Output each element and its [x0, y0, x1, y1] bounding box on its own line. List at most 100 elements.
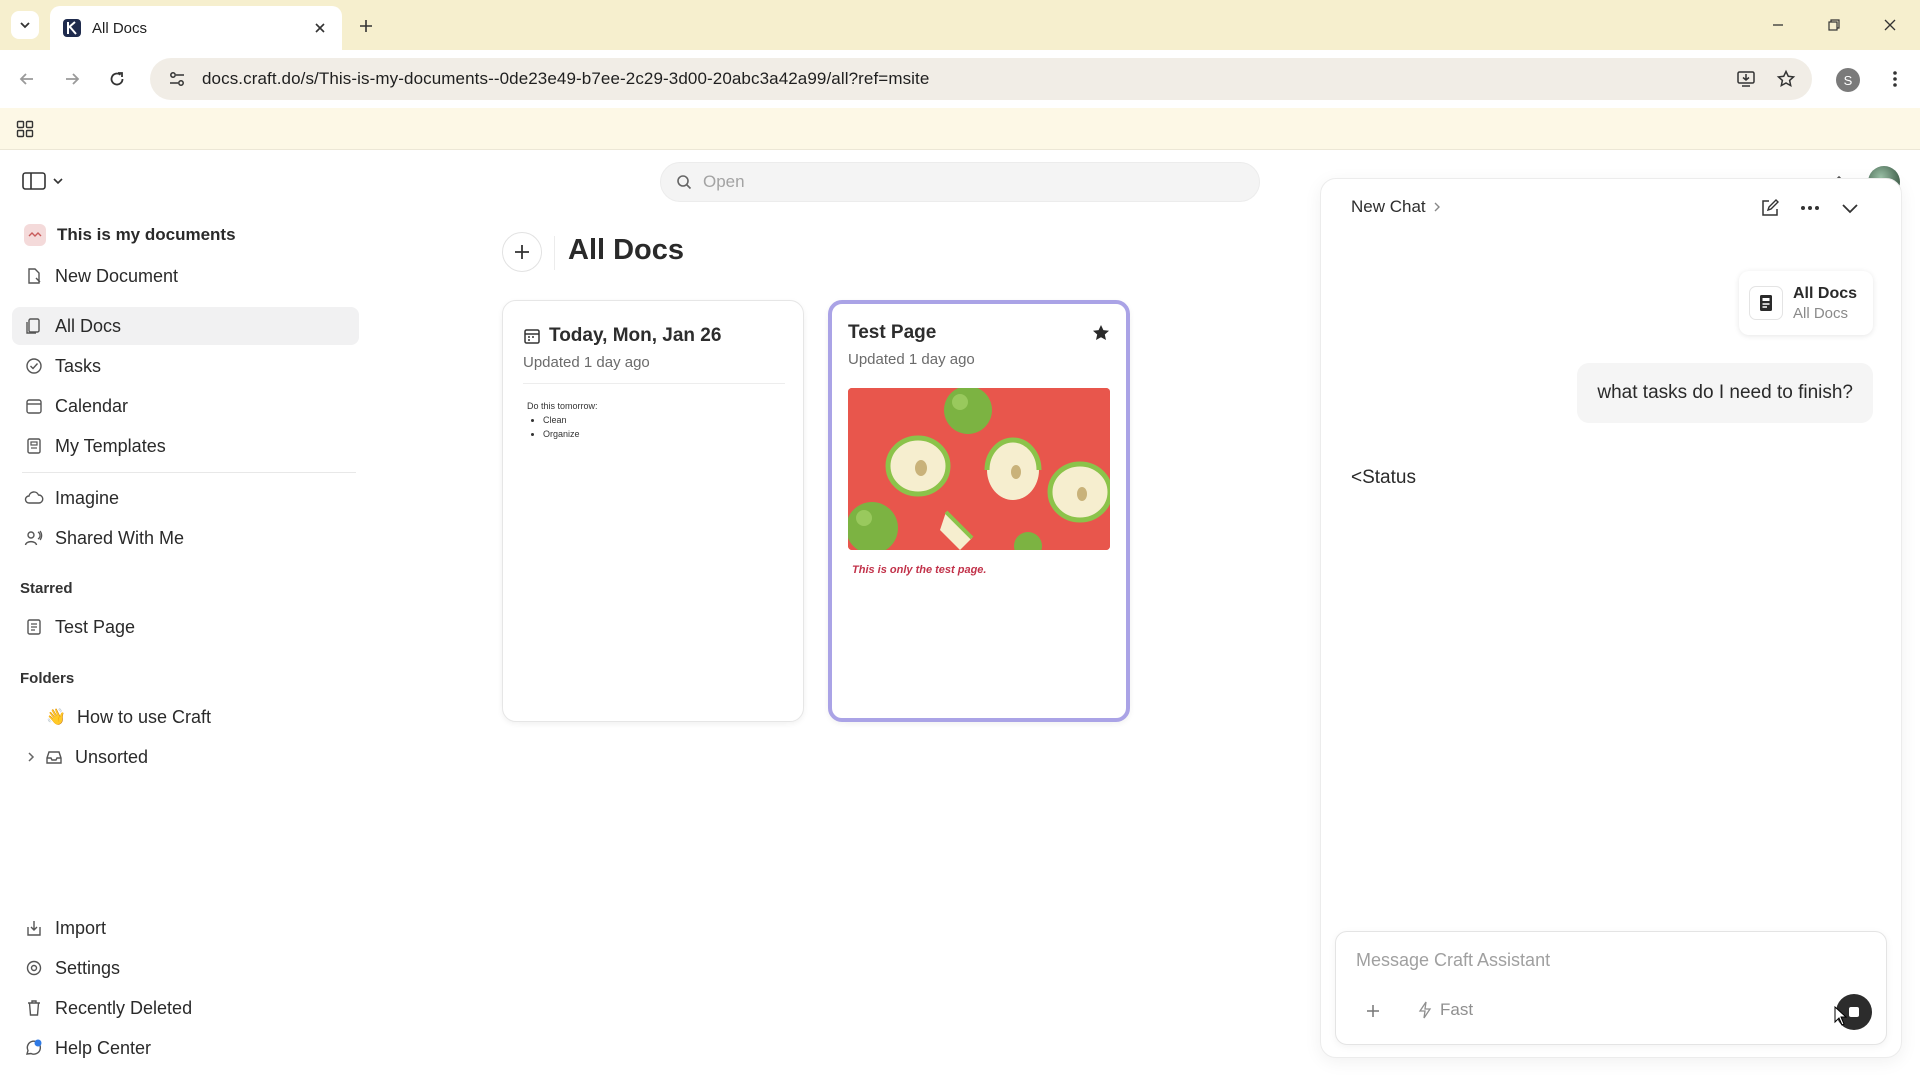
message-input[interactable] [1356, 946, 1856, 974]
folder-label: How to use Craft [77, 706, 212, 727]
address-bar[interactable]: docs.craft.do/s/This-is-my-documents--0d… [150, 58, 1812, 100]
sidebar-item-label: Settings [55, 957, 121, 978]
starred-heading: Starred [20, 580, 73, 597]
card-divider [523, 383, 785, 384]
sidebar-item-imagine[interactable]: Imagine [12, 479, 359, 517]
sidebar-item-label: Shared With Me [55, 527, 185, 548]
calendar-icon [524, 329, 540, 344]
tab-search-button[interactable] [11, 11, 39, 39]
preview-list-item: Clean [543, 413, 598, 427]
document-card-daily-note[interactable]: Today, Mon, Jan 26 Updated 1 day ago Do … [502, 300, 804, 722]
import-icon [24, 918, 44, 938]
site-settings-icon[interactable] [166, 68, 188, 90]
collapse-chat-button[interactable] [1835, 193, 1865, 223]
browser-tab-active[interactable]: All Docs [50, 6, 342, 50]
restore-button[interactable] [1814, 10, 1854, 40]
sidebar-item-import[interactable]: Import [12, 909, 359, 947]
window-close-button[interactable] [1870, 10, 1910, 40]
workspace-logo-icon [28, 232, 42, 237]
tab-title: All Docs [92, 19, 148, 37]
sidebar-item-label: Calendar [55, 395, 129, 416]
install-app-button[interactable] [1731, 64, 1761, 94]
model-selector[interactable]: Fast [1418, 1000, 1473, 1020]
new-document-icon [24, 266, 44, 286]
forward-button[interactable] [57, 64, 87, 94]
attach-button[interactable] [1360, 998, 1386, 1024]
minimize-button[interactable] [1758, 10, 1798, 40]
bookmark-star-button[interactable] [1771, 64, 1801, 94]
context-document-chip[interactable]: All Docs All Docs [1739, 271, 1873, 335]
cloud-icon [24, 488, 44, 508]
folder-unsorted[interactable]: Unsorted [12, 738, 359, 776]
chevron-down-icon [1842, 204, 1858, 214]
sidebar-item-label: Tasks [55, 355, 102, 376]
sidebar-item-calendar[interactable]: Calendar [12, 387, 359, 425]
workspace-avatar [24, 224, 46, 246]
chat-title-button[interactable]: New Chat [1351, 197, 1442, 217]
sidebar-divider [22, 472, 356, 473]
chevron-down-icon [20, 22, 30, 29]
title-divider [554, 236, 555, 270]
new-tab-button[interactable] [352, 12, 380, 40]
more-horizontal-icon [1801, 206, 1819, 210]
apps-button[interactable] [12, 116, 38, 142]
craft-logo-icon [62, 18, 82, 38]
browser-menu-button[interactable] [1880, 64, 1910, 94]
page-title: All Docs [568, 234, 685, 266]
context-doc-location: All Docs [1793, 304, 1849, 322]
workspace-name: This is my documents [57, 225, 236, 244]
stop-icon [1849, 1007, 1859, 1017]
new-chat-button[interactable] [1755, 193, 1785, 223]
new-document-button[interactable]: New Document [12, 257, 359, 295]
profile-avatar[interactable]: S [1836, 68, 1860, 92]
card-title: Today, Mon, Jan 26 [549, 325, 722, 346]
sidebar-item-settings[interactable]: Settings [12, 949, 359, 987]
chat-more-button[interactable] [1795, 193, 1825, 223]
reload-icon [110, 72, 124, 86]
star-filled-icon[interactable] [1090, 322, 1112, 344]
card-preview: Do this tomorrow: Clean Organize [527, 399, 598, 441]
search-input[interactable] [703, 172, 1223, 192]
sidebar-item-recently-deleted[interactable]: Recently Deleted [12, 989, 359, 1027]
craft-app: This is my documents New Document All Do… [0, 150, 1920, 1080]
star-outline-icon [1776, 69, 1796, 88]
sidebar-item-help-center[interactable]: Help Center [12, 1029, 359, 1067]
chat-title: New Chat [1351, 197, 1426, 216]
apples-image [848, 388, 1110, 550]
search-bar[interactable] [660, 162, 1260, 202]
browser-toolbar: docs.craft.do/s/This-is-my-documents--0d… [0, 50, 1920, 108]
browser-tabstrip: All Docs [0, 0, 1920, 50]
search-icon [675, 173, 693, 191]
chevron-down-icon [53, 178, 63, 185]
context-text: All Docs All Docs [1793, 285, 1857, 322]
starred-item-label: Test Page [55, 616, 136, 637]
document-card-test-page[interactable]: Test Page Updated 1 day ago This is only… [828, 300, 1130, 722]
model-label: Fast [1440, 1000, 1474, 1019]
card-title-row: Today, Mon, Jan 26 [523, 325, 721, 347]
sidebar-item-shared-with-me[interactable]: Shared With Me [12, 519, 359, 557]
chat-composer: Fast [1335, 931, 1887, 1045]
lightning-icon [1418, 1001, 1432, 1019]
starred-item-test-page[interactable]: Test Page [12, 608, 359, 646]
apps-grid-icon [16, 120, 34, 138]
reload-button[interactable] [102, 64, 132, 94]
chevron-right-icon[interactable] [24, 747, 38, 767]
sidebar-item-all-docs[interactable]: All Docs [12, 307, 359, 345]
more-vertical-icon [1893, 71, 1897, 87]
page-icon [24, 617, 44, 637]
url-text: docs.craft.do/s/This-is-my-documents--0d… [202, 69, 930, 88]
document-icon [1749, 286, 1783, 320]
card-updated: Updated 1 day ago [523, 354, 650, 371]
install-icon [1737, 71, 1755, 87]
sidebar-item-my-templates[interactable]: My Templates [12, 427, 359, 465]
sidebar-item-label: Import [55, 917, 107, 938]
folder-how-to-use-craft[interactable]: 👋 How to use Craft [12, 698, 359, 736]
add-document-button[interactable] [502, 232, 542, 272]
close-icon[interactable] [308, 16, 332, 40]
workspace-switcher[interactable]: This is my documents [12, 216, 359, 254]
bookmarks-bar [0, 108, 1920, 150]
card-cover-image [848, 388, 1110, 550]
back-button[interactable] [12, 64, 42, 94]
sidebar-toggle-button[interactable] [22, 170, 64, 192]
sidebar-item-tasks[interactable]: Tasks [12, 347, 359, 385]
